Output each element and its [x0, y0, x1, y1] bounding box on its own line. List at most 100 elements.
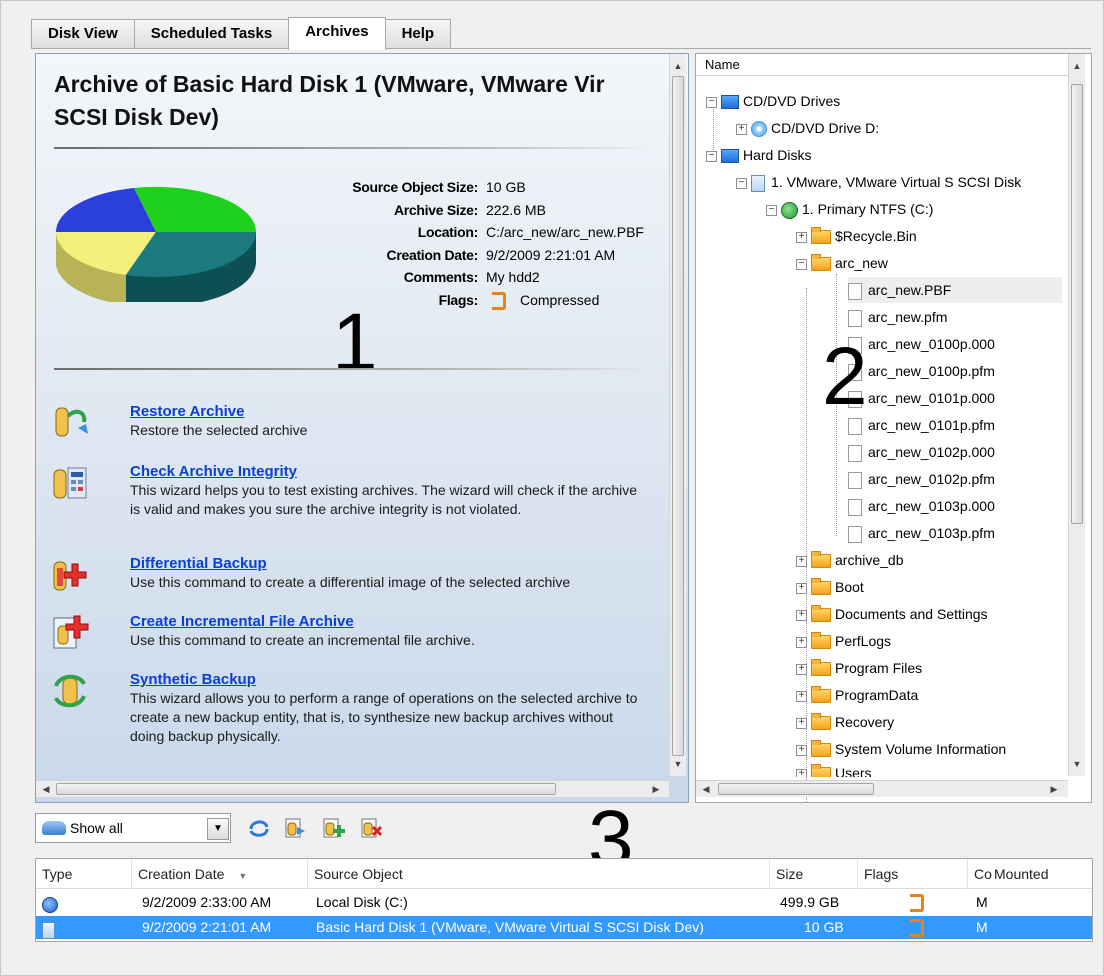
tree-node-file[interactable]: arc_new.pfm	[848, 304, 947, 330]
collapse-icon[interactable]: −	[706, 96, 717, 108]
file-icon	[848, 471, 862, 489]
filter-dropdown[interactable]: Show all ▼	[35, 813, 231, 843]
info-panel-horizontal-scrollbar[interactable]: ◀ ▶	[36, 780, 669, 797]
tab-disk-view[interactable]: Disk View	[31, 19, 135, 49]
expand-icon[interactable]: +	[796, 663, 807, 675]
collapse-icon[interactable]: −	[796, 258, 807, 270]
expand-icon[interactable]: +	[796, 768, 807, 777]
check-integrity-link[interactable]: Check Archive Integrity	[130, 462, 650, 481]
tree-node-file[interactable]: arc_new_0102p.pfm	[848, 466, 995, 492]
scroll-down-arrow-icon[interactable]: ▼	[670, 756, 686, 772]
tree-node-file[interactable]: arc_new_0103p.000	[848, 493, 995, 519]
tree-node-vmware-disk[interactable]: −1. VMware, VMware Virtual S SCSI Disk	[736, 169, 1021, 195]
compressed-flag-icon	[910, 916, 924, 939]
scroll-right-arrow-icon[interactable]: ▶	[1046, 781, 1062, 797]
hscroll-thumb[interactable]	[718, 783, 874, 795]
tab-archives[interactable]: Archives	[288, 17, 386, 50]
differential-backup-link[interactable]: Differential Backup	[130, 554, 650, 573]
column-creation-date[interactable]: Creation Date ▼	[132, 859, 308, 889]
archive-row-basic-hard-disk[interactable]: 9/2/2009 2:21:01 AM Basic Hard Disk 1 (V…	[36, 916, 1092, 939]
tree-node-folder[interactable]: + System Volume Information	[796, 736, 1006, 762]
tree-node-file[interactable]: arc_new_0100p.pfm	[848, 358, 995, 384]
tree-node-folder[interactable]: + Recovery	[796, 709, 894, 735]
restore-archive-link[interactable]: Restore Archive	[130, 402, 650, 421]
incremental-archive-link[interactable]: Create Incremental File Archive	[130, 612, 650, 631]
column-mounted[interactable]: Mounted	[988, 859, 1092, 889]
restore-archive-icon	[55, 407, 88, 437]
tree-node-folder[interactable]: + PerfLogs	[796, 628, 891, 654]
row-size: 499.9 GB	[780, 894, 840, 910]
column-size[interactable]: Size	[770, 859, 858, 889]
folder-icon	[811, 551, 831, 569]
expand-icon[interactable]: +	[796, 636, 807, 648]
column-flags[interactable]: Flags	[858, 859, 968, 889]
tree-node-file[interactable]: arc_new_0101p.000	[848, 385, 995, 411]
tree-node-file[interactable]: arc_new_0102p.000	[848, 439, 995, 465]
folder-icon	[811, 740, 831, 758]
synthetic-backup-desc: This wizard allows you to perform a rang…	[130, 690, 638, 744]
tree-vertical-scrollbar[interactable]: ▲ ▼	[1068, 54, 1085, 776]
scroll-up-arrow-icon[interactable]: ▲	[670, 58, 686, 74]
expand-icon[interactable]: +	[796, 231, 807, 243]
scroll-left-arrow-icon[interactable]: ◀	[698, 781, 714, 797]
tree-node-cd-dvd-drives[interactable]: − CD/DVD Drives	[706, 88, 840, 114]
archive-info-panel: Archive of Basic Hard Disk 1 (VMware, VM…	[35, 53, 689, 803]
tree-node-file[interactable]: arc_new_0103p.pfm	[848, 520, 995, 546]
scroll-left-arrow-icon[interactable]: ◀	[38, 781, 54, 797]
file-icon	[848, 282, 862, 300]
expand-icon[interactable]: +	[796, 744, 807, 756]
tree-node-file[interactable]: arc_new_0100p.000	[848, 331, 995, 357]
hard-disks-icon	[721, 149, 739, 164]
expand-icon[interactable]: +	[796, 609, 807, 621]
tab-help[interactable]: Help	[384, 19, 452, 49]
file-icon	[848, 444, 862, 462]
expand-icon[interactable]: +	[736, 123, 747, 135]
expand-icon[interactable]: +	[796, 555, 807, 567]
tree-node-folder[interactable]: + ProgramData	[796, 682, 918, 708]
collapse-icon[interactable]: −	[706, 150, 717, 162]
column-type[interactable]: Type	[36, 859, 132, 889]
tree-horizontal-scrollbar[interactable]: ◀ ▶	[696, 780, 1068, 797]
folder-icon	[811, 686, 831, 704]
tree-node-folder[interactable]: + Boot	[796, 574, 864, 600]
collapse-icon[interactable]: −	[736, 177, 747, 189]
expand-icon[interactable]: +	[796, 717, 807, 729]
refresh-button[interactable]	[247, 817, 271, 839]
tree-node-recycle-bin[interactable]: + $Recycle.Bin	[796, 223, 917, 249]
expand-icon[interactable]: +	[796, 690, 807, 702]
compressed-flag-icon	[910, 891, 924, 914]
delete-archive-button[interactable]	[359, 817, 383, 839]
scroll-right-arrow-icon[interactable]: ▶	[648, 781, 664, 797]
prop-source-size: Source Object Size: 10 GB	[352, 179, 526, 195]
column-source-object[interactable]: Source Object	[308, 859, 770, 889]
archive-row-local-disk[interactable]: 9/2/2009 2:33:00 AM Local Disk (C:) 499.…	[36, 891, 1092, 914]
scroll-up-arrow-icon[interactable]: ▲	[1069, 58, 1085, 74]
tree-node-cd-dvd-drive-d[interactable]: + CD/DVD Drive D:	[736, 115, 879, 141]
tree-node-arc-new[interactable]: − arc_new	[796, 250, 888, 276]
collapse-icon[interactable]: −	[766, 204, 777, 216]
tree-node-hard-disks[interactable]: − Hard Disks	[706, 142, 811, 168]
tree-node-folder[interactable]: + archive_db	[796, 547, 904, 573]
expand-icon[interactable]: +	[796, 582, 807, 594]
tree-node-folder[interactable]: + Documents and Settings	[796, 601, 988, 627]
add-archive-button[interactable]	[321, 817, 345, 839]
tree-node-folder[interactable]: + Program Files	[796, 655, 922, 681]
hscroll-thumb[interactable]	[56, 783, 556, 795]
info-panel-vertical-scrollbar[interactable]: ▲ ▼	[669, 54, 686, 776]
tree-node-primary-ntfs[interactable]: −1. Primary NTFS (C:)	[766, 196, 933, 222]
archive-properties-button[interactable]	[283, 817, 307, 839]
scroll-thumb[interactable]	[672, 76, 684, 756]
chevron-down-icon[interactable]: ▼	[207, 818, 229, 840]
tab-scheduled-tasks[interactable]: Scheduled Tasks	[133, 19, 290, 49]
prop-creation-date: Creation Date: 9/2/2009 2:21:01 AM	[386, 246, 616, 263]
tree-node-folder[interactable]: + Users	[796, 763, 872, 777]
panel-marker-2: 2	[822, 331, 868, 422]
tree-node-file[interactable]: arc_new_0101p.pfm	[848, 412, 995, 438]
synthetic-backup-link[interactable]: Synthetic Backup	[130, 670, 650, 689]
scroll-thumb[interactable]	[1071, 84, 1083, 524]
scroll-down-arrow-icon[interactable]: ▼	[1069, 756, 1085, 772]
row-date: 9/2/2009 2:21:01 AM	[142, 919, 272, 935]
tree-node-arc-new-pbf[interactable]: arc_new.PBF	[848, 277, 1062, 303]
folder-icon	[811, 713, 831, 731]
tree-column-name[interactable]: Name	[696, 54, 1068, 76]
